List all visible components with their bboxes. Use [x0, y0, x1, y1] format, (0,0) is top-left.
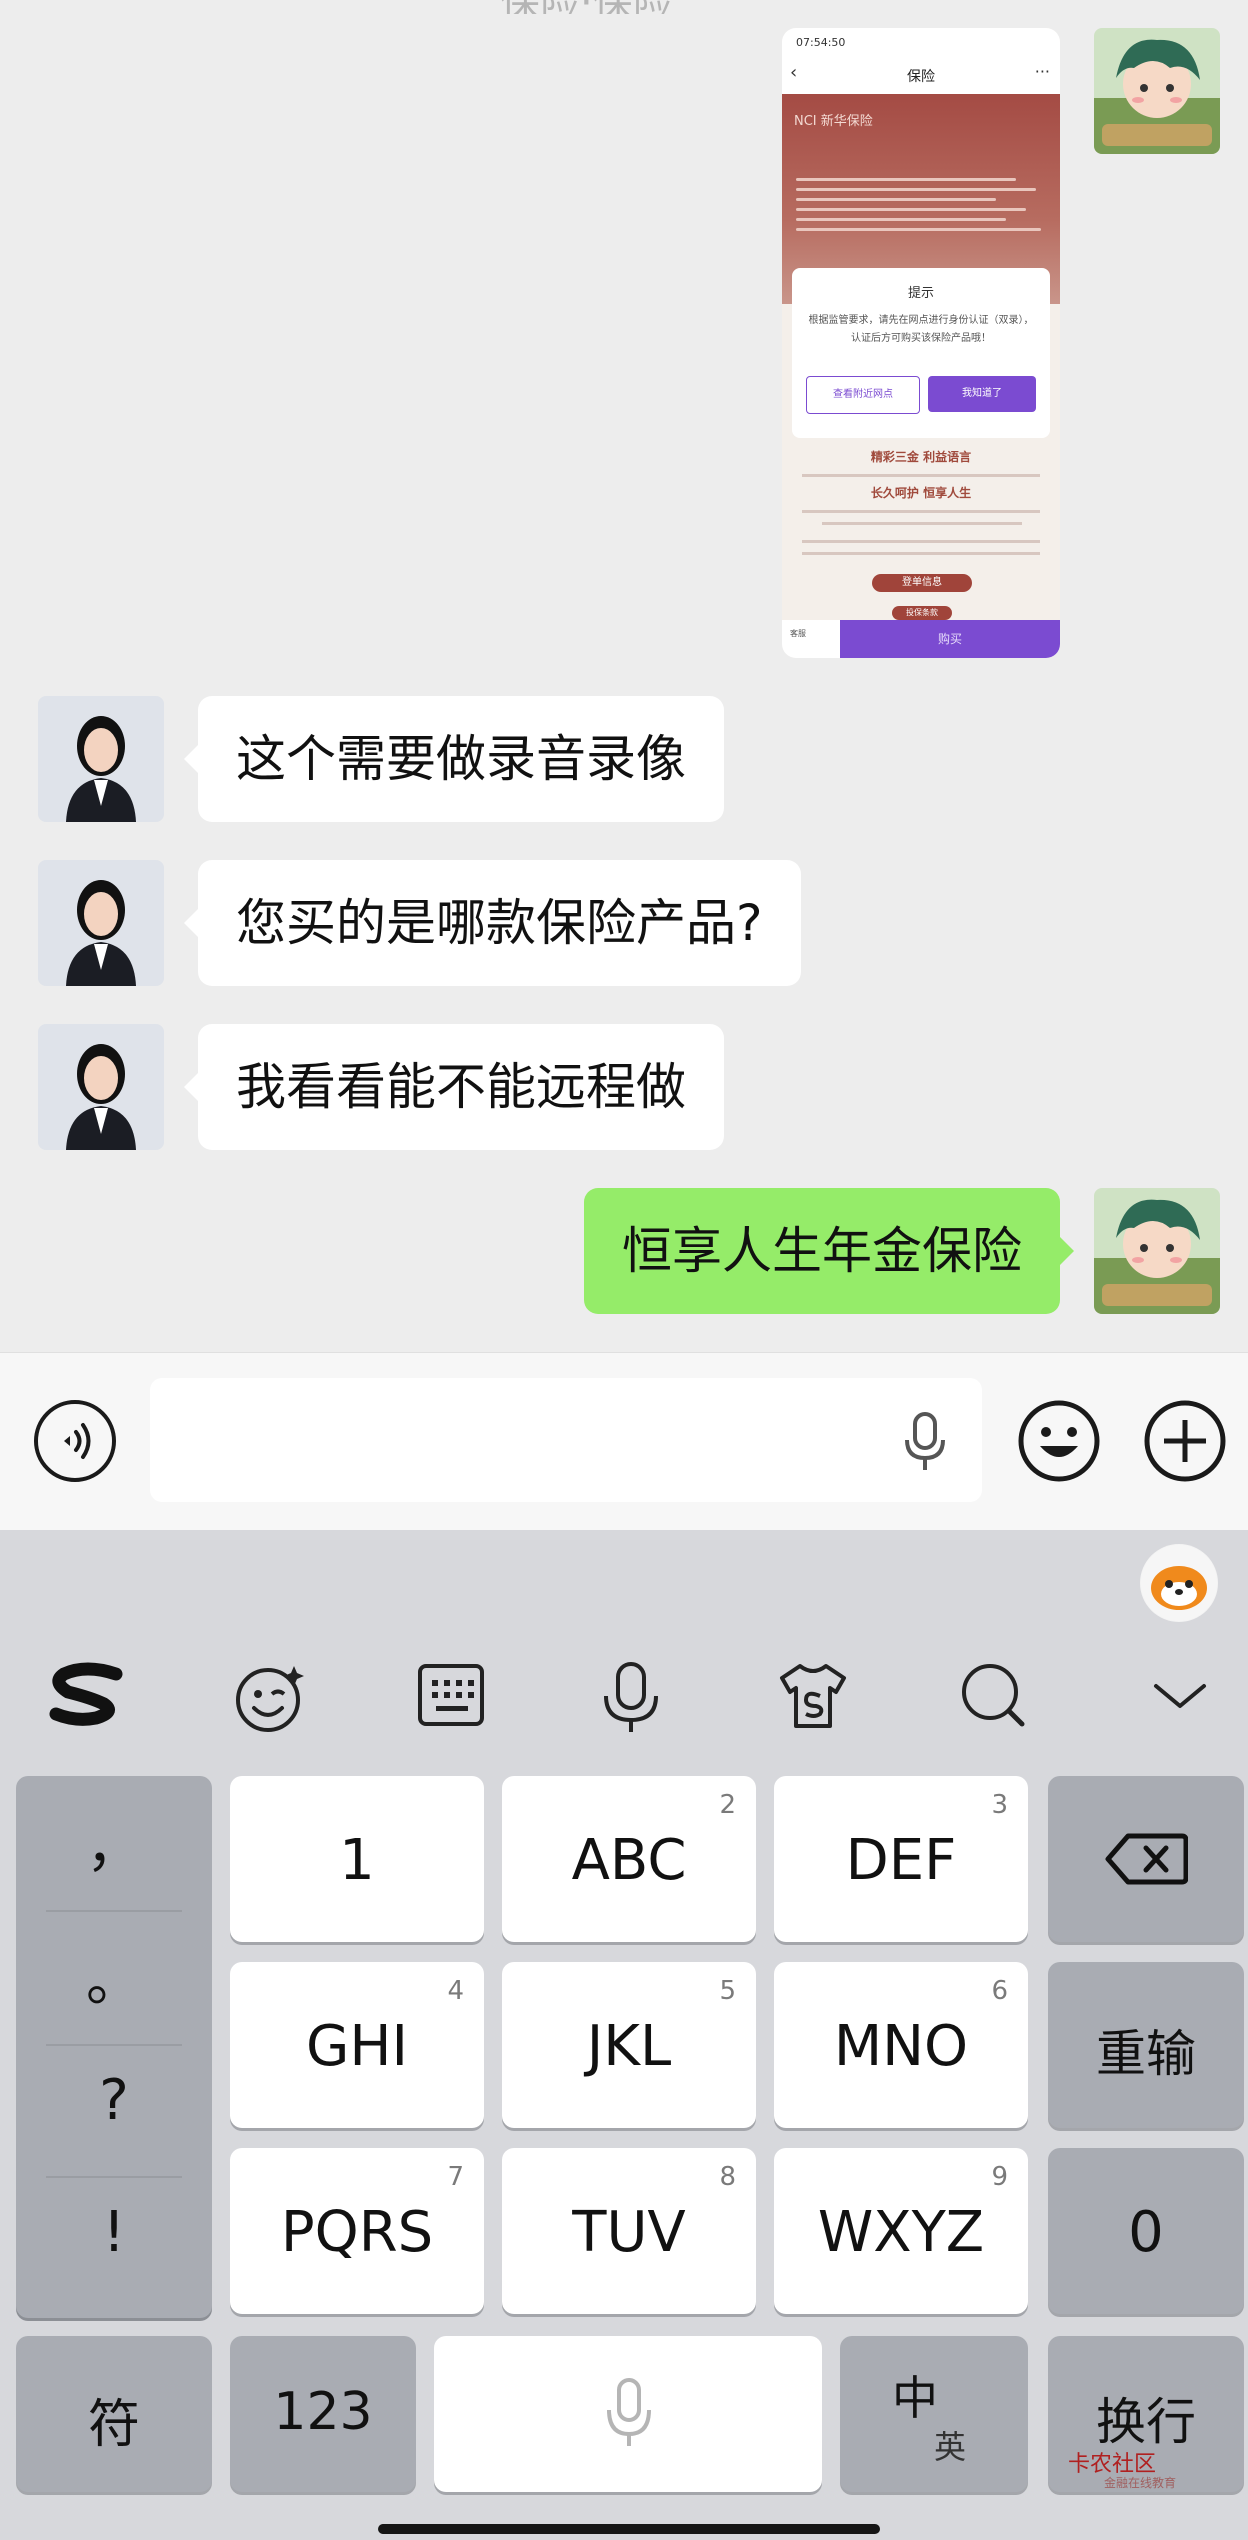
skin-icon[interactable]: [776, 1660, 850, 1732]
sogou-logo[interactable]: [46, 1660, 132, 1730]
key-ghi[interactable]: 4 GHI: [230, 1962, 484, 2128]
shot-brand: NCI 新华保险: [794, 114, 873, 129]
message-input[interactable]: [150, 1378, 982, 1502]
key-mno[interactable]: 6 MNO: [774, 1962, 1028, 2128]
shot-section-2: 长久呵护 恒享人生: [870, 486, 972, 500]
chevron-down-icon[interactable]: [1152, 1660, 1208, 1730]
cut-off-text: 保险·保险: [500, 0, 673, 14]
voice-input-icon[interactable]: [598, 1660, 664, 1736]
space-key[interactable]: [434, 2336, 822, 2492]
backspace-icon: [1105, 1833, 1188, 1885]
contact-avatar[interactable]: [38, 860, 164, 986]
shot-ok-button: 我知道了: [928, 376, 1036, 412]
number-mode-key[interactable]: 123: [230, 2336, 416, 2492]
voice-wave-icon: [64, 1423, 91, 1459]
shot-time: 07:54:50: [796, 36, 846, 49]
punct-period-key[interactable]: 。: [16, 1936, 212, 2017]
my-avatar[interactable]: [1094, 1188, 1220, 1314]
shot-service: 客服: [790, 629, 806, 638]
search-icon[interactable]: [958, 1660, 1028, 1734]
shot-more-icon: ···: [1034, 62, 1050, 81]
chat-area: 保险·保险 07:54:50 ‹ 保险 ··· NCI 新华保险 提示 根据监管…: [0, 0, 1248, 1352]
language-switch-key[interactable]: 中 英: [840, 2336, 1028, 2492]
home-indicator[interactable]: [378, 2524, 880, 2534]
shot-pill: 登单信息: [872, 574, 972, 592]
my-message-bubble[interactable]: 恒享人生年金保险: [584, 1188, 1074, 1314]
punctuation-column: ， 。 ? !: [16, 1776, 212, 2318]
voice-mode-button[interactable]: [34, 1400, 116, 1482]
emoji-icon[interactable]: [1016, 1398, 1102, 1484]
reset-input-key[interactable]: 重输: [1048, 1962, 1244, 2128]
plus-icon[interactable]: [1142, 1398, 1228, 1484]
shot-dialog-body: 根据监管要求，请先在网点进行身份认证（双录），认证后方可购买该保险产品哦！: [808, 315, 1034, 344]
shot-dialog-title: 提示: [907, 286, 934, 301]
message-bubble[interactable]: 我看看能不能远程做: [184, 1024, 724, 1150]
contact-avatar[interactable]: [38, 1024, 164, 1150]
message-bubble[interactable]: 这个需要做录音录像: [184, 696, 724, 822]
key-abc[interactable]: 2 ABC: [502, 1776, 756, 1942]
emoji-wink-icon[interactable]: [232, 1660, 308, 1736]
key-pqrs[interactable]: 7 PQRS: [230, 2148, 484, 2314]
symbol-key[interactable]: 符: [16, 2336, 212, 2492]
key-tuv[interactable]: 8 TUV: [502, 2148, 756, 2314]
mic-icon[interactable]: [898, 1410, 952, 1474]
key-1[interactable]: 1: [230, 1776, 484, 1942]
shot-buy-button: 购买: [840, 620, 1060, 658]
image-message-screenshot[interactable]: 07:54:50 ‹ 保险 ··· NCI 新华保险 提示 根据监管要求，请先在…: [782, 28, 1060, 658]
chat-top-cut: 保险·保险: [0, 0, 1248, 14]
message-bubble[interactable]: 您买的是哪款保险产品?: [184, 860, 801, 986]
contact-avatar[interactable]: [38, 696, 164, 822]
shot-dialog: 提示 根据监管要求，请先在网点进行身份认证（双录），认证后方可购买该保险产品哦！…: [792, 268, 1050, 438]
watermark-sub: 金融在线教育: [1104, 2476, 1177, 2490]
shot-section-1: 精彩三金 利益语言: [870, 450, 972, 464]
shot-title: 保险: [907, 69, 935, 85]
punct-question-key[interactable]: ?: [16, 2068, 212, 2133]
mic-icon: [607, 2378, 651, 2446]
keyboard-icon[interactable]: [416, 1660, 486, 1730]
key-def[interactable]: 3 DEF: [774, 1776, 1028, 1942]
punct-exclaim-key[interactable]: !: [16, 2200, 212, 2265]
ime-mascot-icon[interactable]: [1140, 1544, 1218, 1622]
backspace-key[interactable]: [1048, 1776, 1244, 1942]
shot-nearby-button: 查看附近网点: [806, 376, 920, 414]
key-jkl[interactable]: 5 JKL: [502, 1962, 756, 2128]
shot-pill-2: 投保条款: [892, 606, 952, 620]
punct-comma-key[interactable]: ，: [16, 1802, 212, 1883]
key-0[interactable]: 0: [1048, 2148, 1244, 2314]
key-wxyz[interactable]: 9 WXYZ: [774, 2148, 1028, 2314]
my-avatar[interactable]: [1094, 28, 1220, 154]
